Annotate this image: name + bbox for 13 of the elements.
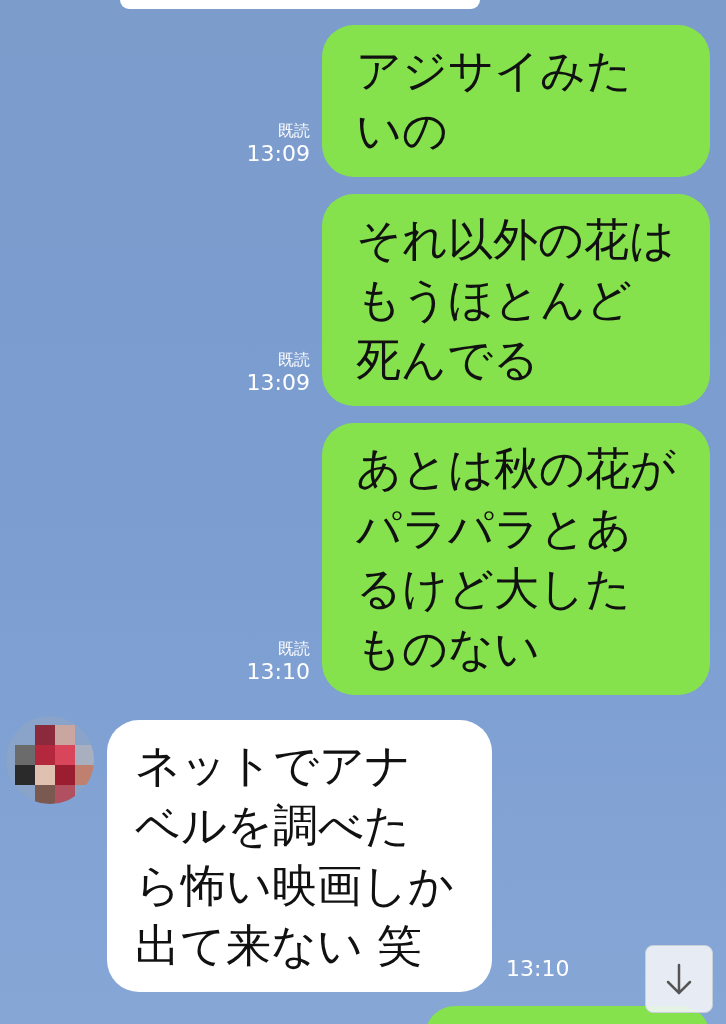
sent-message-bubble: アジサイみたいの [322,25,710,177]
message-time: 13:10 [506,956,570,982]
message-time: 13:09 [246,141,310,167]
read-receipt: 既読 [278,121,310,141]
scroll-down-button[interactable] [645,945,713,1013]
read-receipt: 既読 [278,350,310,370]
sent-message-bubble: あとは秋の花がパラパラとあるけど大したものない [322,423,710,695]
message-time: 13:10 [246,659,310,685]
down-arrow-icon [664,962,694,996]
read-receipt: 既読 [278,639,310,659]
sent-message-bubble: それ以外の花はもうほとんど死んでる [322,194,710,406]
message-time: 13:09 [246,370,310,396]
received-message-bubble: ネットでアナベルを調べたら怖い映画しか出て来ない 笑 [107,720,492,992]
